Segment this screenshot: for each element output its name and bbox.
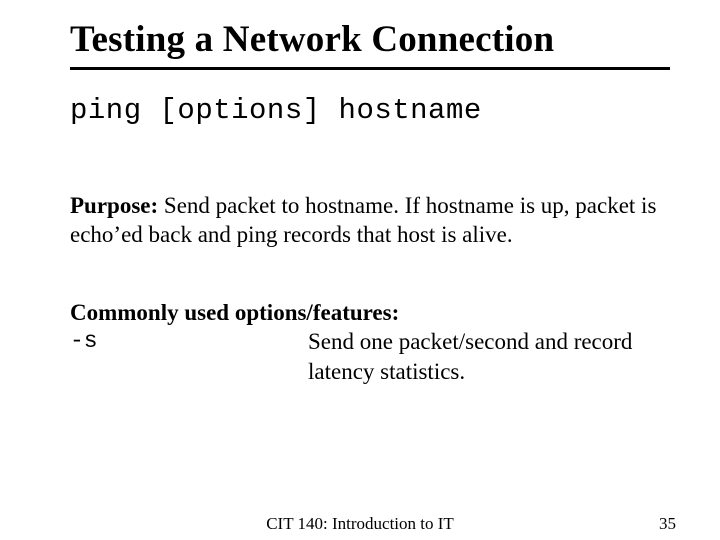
- footer-page-number: 35: [659, 514, 676, 534]
- slide-title: Testing a Network Connection: [70, 18, 670, 61]
- purpose-paragraph: Purpose: Send packet to hostname. If hos…: [70, 191, 670, 250]
- purpose-label: Purpose:: [70, 193, 158, 218]
- footer-course: CIT 140: Introduction to IT: [0, 514, 720, 534]
- command-syntax: ping [options] hostname: [70, 94, 670, 127]
- option-row: -s Send one packet/second and record lat…: [70, 327, 670, 386]
- option-flag: -s: [70, 327, 308, 386]
- options-heading: Commonly used options/features:: [70, 298, 670, 327]
- option-description: Send one packet/second and record latenc…: [308, 327, 670, 386]
- title-divider: [70, 67, 670, 70]
- purpose-text: Send packet to hostname. If hostname is …: [70, 193, 656, 247]
- options-section: Commonly used options/features: -s Send …: [70, 298, 670, 386]
- slide-body: Testing a Network Connection ping [optio…: [0, 0, 720, 386]
